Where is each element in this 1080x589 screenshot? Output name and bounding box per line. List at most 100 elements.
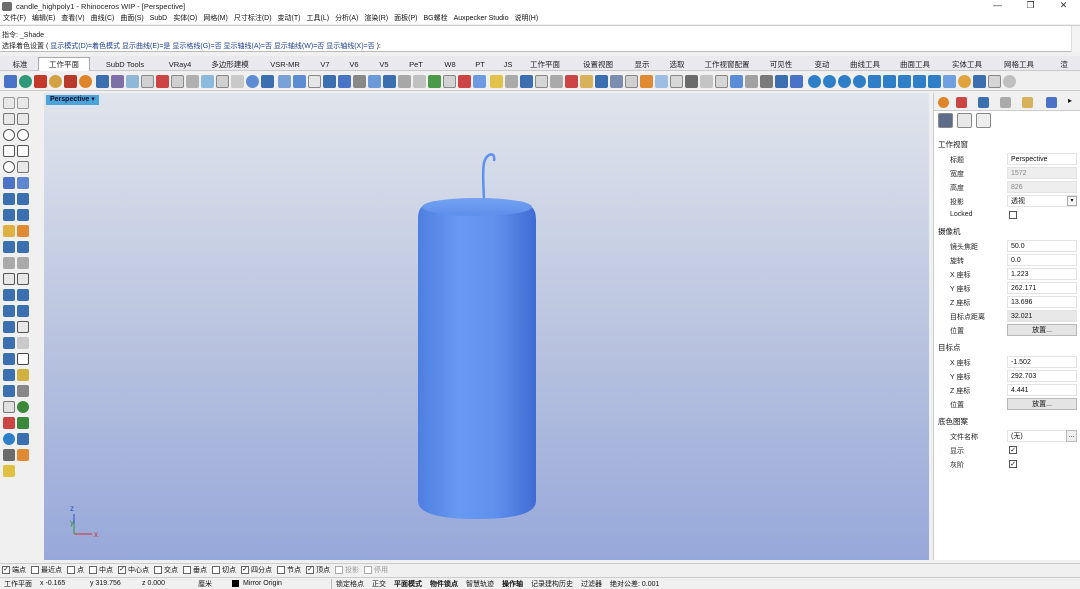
- rendered-icon[interactable]: [368, 75, 381, 88]
- maximize-button[interactable]: ❐: [1014, 0, 1047, 12]
- redo-view-icon[interactable]: [760, 75, 773, 88]
- xray-icon[interactable]: [308, 75, 321, 88]
- named-view-icon[interactable]: [640, 75, 653, 88]
- circle-icon[interactable]: [3, 129, 15, 141]
- display-tab-icon[interactable]: [1000, 97, 1011, 108]
- ellipse-icon[interactable]: [3, 161, 15, 173]
- curve-cv-icon[interactable]: [17, 113, 29, 125]
- dolly-icon[interactable]: [610, 75, 623, 88]
- frame-props-icon[interactable]: [976, 113, 991, 128]
- perspective-icon[interactable]: [730, 75, 743, 88]
- render-icon[interactable]: [34, 75, 47, 88]
- view-cube-7-icon[interactable]: [898, 75, 911, 88]
- tab-standard[interactable]: 标准: [4, 57, 36, 71]
- section-icon[interactable]: [685, 75, 698, 88]
- undo-view-icon[interactable]: [745, 75, 758, 88]
- view-cube-8-icon[interactable]: [913, 75, 926, 88]
- osnap-disable[interactable]: 停用: [364, 565, 388, 575]
- light-icon[interactable]: [111, 75, 124, 88]
- target-z-field[interactable]: 4.441: [1007, 384, 1077, 396]
- candle-object[interactable]: [417, 153, 536, 519]
- target-distance-field[interactable]: 32.021: [1007, 310, 1077, 322]
- menu-panels[interactable]: 面板(P): [394, 13, 417, 23]
- osnap-center[interactable]: ✓ 中心点: [118, 565, 149, 575]
- surface-icon[interactable]: [3, 193, 15, 205]
- menu-help[interactable]: 说明(H): [514, 13, 538, 23]
- option-show-axes[interactable]: 显示轴线(A)=否: [224, 43, 272, 50]
- red-arrow-icon[interactable]: [565, 75, 578, 88]
- tab-render-more[interactable]: 渲: [1050, 57, 1078, 71]
- rect-view-icon[interactable]: [141, 75, 154, 88]
- cylinder-icon[interactable]: [17, 209, 29, 221]
- camera-place-button[interactable]: 放置...: [1007, 324, 1077, 336]
- osnap-intersection[interactable]: 交点: [154, 565, 178, 575]
- checker-icon[interactable]: [64, 75, 77, 88]
- status-cplane[interactable]: 工作平面: [0, 579, 36, 589]
- light-tool-icon[interactable]: [3, 257, 15, 269]
- osnap-point[interactable]: 点: [67, 565, 84, 575]
- view-cube-1-icon[interactable]: [808, 75, 821, 88]
- status-history[interactable]: 记录建构历史: [527, 579, 577, 589]
- title-field[interactable]: Perspective: [1007, 153, 1077, 165]
- camera-y-field[interactable]: 262.171: [1007, 282, 1077, 294]
- lens-length-field[interactable]: 50.0: [1007, 240, 1077, 252]
- menu-surface[interactable]: 曲面(S): [120, 13, 143, 23]
- tab-v6[interactable]: V6: [340, 57, 368, 71]
- globe-icon[interactable]: [19, 75, 32, 88]
- hidden-line-icon[interactable]: [520, 75, 533, 88]
- menu-render[interactable]: 渲染(R): [364, 13, 388, 23]
- frame-icon[interactable]: [171, 75, 184, 88]
- tab-solid-tools[interactable]: 实体工具: [944, 57, 990, 71]
- osnap-project[interactable]: 投影: [335, 565, 359, 575]
- osnap-perp[interactable]: 垂点: [183, 565, 207, 575]
- zoom-icon[interactable]: [550, 75, 563, 88]
- teapot-icon[interactable]: [96, 75, 109, 88]
- perspective-viewport[interactable]: Perspective ▾ z y x: [44, 93, 929, 560]
- menu-bg-bolt[interactable]: BG螺栓: [423, 13, 447, 23]
- grid-array-icon[interactable]: [3, 337, 15, 349]
- viewport-grid-icon[interactable]: [443, 75, 456, 88]
- shade-icon[interactable]: [413, 75, 426, 88]
- layers-tab-icon[interactable]: [978, 97, 989, 108]
- folder-icon[interactable]: [580, 75, 593, 88]
- clip-icon[interactable]: [715, 75, 728, 88]
- menu-edit[interactable]: 编辑(E): [32, 13, 55, 23]
- view-cube-3-icon[interactable]: [838, 75, 851, 88]
- cup-icon[interactable]: [988, 75, 1001, 88]
- locked-checkbox[interactable]: [1009, 211, 1017, 219]
- osnap-checkbox[interactable]: ✓: [306, 566, 314, 574]
- tab-display[interactable]: 显示: [626, 57, 658, 71]
- menu-dimension[interactable]: 尺寸标注(D): [234, 13, 272, 23]
- sun-icon[interactable]: [201, 75, 214, 88]
- top-view-icon[interactable]: [790, 75, 803, 88]
- mesh-icon[interactable]: [3, 225, 15, 237]
- edit-points-icon[interactable]: [17, 337, 29, 349]
- wire-sphere-icon[interactable]: [278, 75, 291, 88]
- annotation-icon[interactable]: [17, 257, 29, 269]
- view-cube-9-icon[interactable]: [928, 75, 941, 88]
- option-show-world-axes[interactable]: 显示轴线(W)=否: [274, 43, 324, 50]
- shaded-sphere-icon[interactable]: [246, 75, 259, 88]
- bound-box-icon[interactable]: [625, 75, 638, 88]
- option-show-grid[interactable]: 显示格线(G)=否: [172, 43, 221, 50]
- pan-icon[interactable]: [595, 75, 608, 88]
- osnap-checkbox[interactable]: [89, 566, 97, 574]
- crosshair-icon[interactable]: [216, 75, 229, 88]
- command-prompt-line[interactable]: 选择着色设置 ( 显示模式(D)=着色模式 显示曲线(E)=是 显示格线(G)=…: [2, 41, 381, 51]
- view-arrow-icon[interactable]: [473, 75, 486, 88]
- tab-w8[interactable]: W8: [436, 57, 464, 71]
- highlight-icon[interactable]: [490, 75, 503, 88]
- tab-mesh-tools[interactable]: 网格工具: [996, 57, 1042, 71]
- command-area[interactable]: 指令: _Shade 选择着色设置 ( 显示模式(D)=着色模式 显示曲线(E)…: [0, 25, 1080, 52]
- camera-x-field[interactable]: 1.223: [1007, 268, 1077, 280]
- move-icon[interactable]: [3, 369, 15, 381]
- named-views-tab-icon[interactable]: [1046, 97, 1057, 108]
- view-cube-2-icon[interactable]: [823, 75, 836, 88]
- iso-view-icon[interactable]: [943, 75, 956, 88]
- orange-sphere-icon[interactable]: [79, 75, 92, 88]
- menu-curve[interactable]: 曲线(C): [91, 13, 115, 23]
- loft-icon[interactable]: [17, 193, 29, 205]
- image-icon[interactable]: [231, 75, 244, 88]
- tab-transform[interactable]: 变动: [806, 57, 838, 71]
- menu-solid[interactable]: 实体(O): [173, 13, 197, 23]
